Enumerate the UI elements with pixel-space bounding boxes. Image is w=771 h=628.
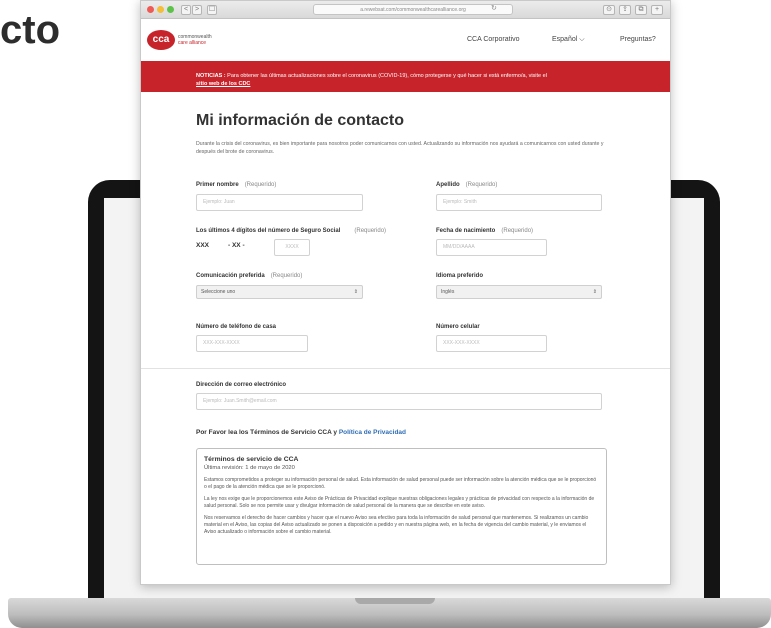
last-name-input[interactable]: Ejemplo: Smith: [436, 194, 602, 211]
form-section: Mi información de contacto Durante la cr…: [141, 92, 670, 584]
page-heading: cto: [0, 8, 60, 52]
terms-paragraph-2: La ley nos exige que le proporcionemos e…: [204, 496, 595, 509]
form-title: Mi información de contacto: [196, 112, 405, 129]
required-tag: (Requerido): [354, 228, 387, 234]
terms-heading-text: Por Favor lea los Términos de Servicio C…: [196, 429, 339, 436]
laptop-notch: [355, 598, 435, 604]
terms-heading: Por Favor lea los Términos de Servicio C…: [196, 429, 406, 436]
terms-paragraph-3: Nos reservamos el derecho de hacer cambi…: [204, 515, 589, 535]
birthdate-label: Fecha de nacimiento (Requerido): [436, 228, 533, 234]
last-name-label-text: Apellido: [436, 182, 460, 188]
ssn-prefix: XXX: [196, 242, 210, 249]
maximize-window-icon[interactable]: [167, 6, 174, 13]
privacy-policy-link[interactable]: Política de Privacidad: [339, 429, 406, 436]
shield-icon[interactable]: ⊙: [603, 5, 615, 15]
preferred-lang-label: Idioma preferido: [436, 273, 484, 279]
new-tab-icon[interactable]: +: [651, 5, 663, 15]
select-arrows-icon: ⇕: [353, 289, 358, 295]
browser-window: < > ☐ a.rewebsat.com/commonwealthcareall…: [140, 0, 671, 585]
cell-phone-label: Número celular: [436, 324, 480, 330]
birthdate-label-text: Fecha de nacimiento: [436, 228, 496, 234]
close-window-icon[interactable]: [147, 6, 154, 13]
news-banner: NOTICIAS : Para obtener las últimas actu…: [141, 61, 670, 92]
news-text: Para obtener las últimas actualizaciones…: [225, 73, 547, 79]
preferred-lang-select[interactable]: Inglés ⇕: [436, 285, 602, 299]
ssn-last4-input[interactable]: XXXX: [274, 239, 310, 256]
first-name-input[interactable]: Ejemplo: Juan: [196, 194, 363, 211]
required-tag: (Requerido): [244, 182, 277, 188]
preferred-comm-label-text: Comunicación preferida: [196, 273, 265, 279]
logo-line2: care alliance: [178, 40, 207, 46]
terms-box-title: Términos de servicio de CCA: [204, 456, 299, 463]
cca-logo[interactable]: cca: [147, 30, 175, 50]
url-bar[interactable]: a.rewebsat.com/commonwealthcarealliance.…: [313, 4, 513, 15]
nav-language-dropdown[interactable]: Español ⌵: [552, 36, 585, 44]
reload-icon[interactable]: ↻: [491, 4, 497, 12]
select-arrows-icon: ⇕: [592, 289, 597, 295]
email-input[interactable]: Ejemplo: Juan.Smith@email.com: [196, 393, 602, 410]
email-label: Dirección de correo electrónico: [196, 382, 287, 388]
back-button[interactable]: <: [181, 5, 191, 15]
tabs-icon[interactable]: ⧉: [635, 5, 647, 15]
cell-phone-input[interactable]: XXX-XXX-XXXX: [436, 335, 547, 352]
section-divider: [141, 368, 670, 369]
ssn-middle: - XX -: [228, 242, 245, 249]
preferred-comm-select[interactable]: Seleccione uno ⇕: [196, 285, 363, 299]
last-name-label: Apellido (Requerido): [436, 182, 497, 188]
preferred-comm-value: Seleccione uno: [201, 289, 236, 295]
logo-text: commonwealth care alliance: [178, 34, 212, 46]
stage: cto < > ☐ a.rewebsat.com/commonwealthcar…: [0, 0, 771, 628]
ssn-label-text: Los últimos 4 dígitos del número de Segu…: [196, 228, 341, 234]
ssn-label: Los últimos 4 dígitos del número de Segu…: [196, 228, 386, 234]
first-name-label-text: Primer nombre: [196, 182, 239, 188]
form-intro: Durante la crisis del coronavirus, es bi…: [196, 141, 604, 155]
forward-button[interactable]: >: [192, 5, 202, 15]
required-tag: (Requerido): [465, 182, 498, 188]
home-phone-label: Número de teléfono de casa: [196, 324, 277, 330]
news-label: NOTICIAS :: [196, 73, 226, 79]
terms-box[interactable]: Términos de servicio de CCA Última revis…: [196, 448, 607, 565]
share-icon[interactable]: ⇪: [619, 5, 631, 15]
preferred-lang-value: Inglés: [441, 289, 455, 295]
browser-toolbar: < > ☐ a.rewebsat.com/commonwealthcareall…: [141, 1, 670, 19]
required-tag: (Requerido): [270, 273, 303, 279]
cdc-link[interactable]: sitio web de los CDC: [196, 81, 250, 87]
minimize-window-icon[interactable]: [157, 6, 164, 13]
preferred-comm-label: Comunicación preferida (Requerido): [196, 273, 302, 279]
terms-revision: Última revisión: 1 de mayo de 2020: [204, 465, 295, 471]
sidebar-button[interactable]: ☐: [207, 5, 217, 15]
nav-questions[interactable]: Preguntas?: [620, 36, 656, 43]
terms-paragraph-1: Estamos comprometidos a proteger su info…: [204, 477, 597, 490]
required-tag: (Requerido): [501, 228, 534, 234]
first-name-label: Primer nombre (Requerido): [196, 182, 276, 188]
home-phone-input[interactable]: XXX-XXX-XXXX: [196, 335, 308, 352]
nav-cca-corporate[interactable]: CCA Corporativo: [467, 36, 520, 43]
site-header: cca commonwealth care alliance CCA Corpo…: [141, 19, 670, 61]
birthdate-input[interactable]: MM/DD/AAAA: [436, 239, 547, 256]
